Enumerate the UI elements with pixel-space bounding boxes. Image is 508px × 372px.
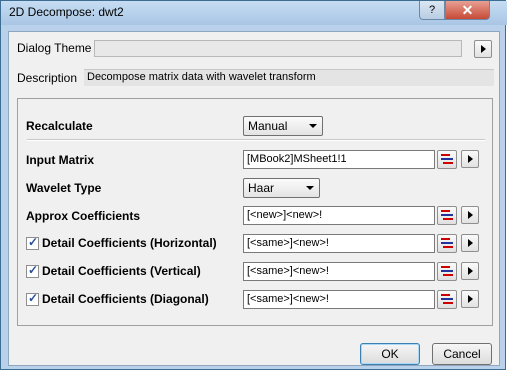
- approx-coefficients-menu-button[interactable]: [461, 206, 479, 224]
- title-bar[interactable]: 2D Decompose: dwt2 ? ✕: [1, 1, 507, 25]
- detail-diagonal-label: Detail Coefficients (Diagonal): [42, 292, 209, 306]
- detail-diagonal-field[interactable]: [<same>]<new>!: [243, 290, 435, 309]
- detail-horizontal-menu-button[interactable]: [461, 234, 479, 252]
- dialog-theme-menu-button[interactable]: [474, 40, 492, 58]
- help-button[interactable]: ?: [419, 1, 445, 20]
- detail-horizontal-label: Detail Coefficients (Horizontal): [42, 236, 217, 250]
- input-matrix-label: Input Matrix: [26, 153, 94, 167]
- range-picker-icon[interactable]: [437, 290, 457, 309]
- separator: [27, 139, 485, 141]
- close-button[interactable]: ✕: [445, 1, 490, 20]
- detail-diagonal-checkbox[interactable]: [26, 291, 39, 306]
- detail-vertical-field[interactable]: [<same>]<new>!: [243, 262, 435, 281]
- dialog-body: Dialog Theme Description Decompose matri…: [8, 31, 500, 366]
- recalculate-label: Recalculate: [26, 119, 93, 133]
- approx-coefficients-field[interactable]: [<new>]<new>!: [243, 206, 435, 225]
- input-matrix-field[interactable]: [MBook2]MSheet1!1: [243, 150, 435, 169]
- ok-button[interactable]: OK: [360, 343, 420, 365]
- wavelet-type-label: Wavelet Type: [26, 181, 102, 195]
- description-text: Decompose matrix data with wavelet trans…: [84, 69, 494, 86]
- approx-coefficients-label: Approx Coefficients: [26, 209, 141, 223]
- input-matrix-menu-button[interactable]: [461, 150, 479, 168]
- detail-vertical-label: Detail Coefficients (Vertical): [42, 264, 201, 278]
- recalculate-dropdown[interactable]: Manual: [243, 116, 323, 136]
- range-picker-icon[interactable]: [437, 206, 457, 225]
- detail-diagonal-menu-button[interactable]: [461, 290, 479, 308]
- range-picker-icon[interactable]: [437, 150, 457, 169]
- wavelet-type-dropdown[interactable]: Haar: [243, 178, 320, 198]
- detail-vertical-checkbox[interactable]: [26, 263, 39, 278]
- detail-horizontal-field[interactable]: [<same>]<new>!: [243, 234, 435, 253]
- detail-vertical-menu-button[interactable]: [461, 262, 479, 280]
- dialog-window: 2D Decompose: dwt2 ? ✕ Dialog Theme Desc…: [0, 0, 507, 370]
- range-picker-icon[interactable]: [437, 262, 457, 281]
- wavelet-type-value: Haar: [248, 181, 275, 195]
- window-title: 2D Decompose: dwt2: [9, 5, 124, 19]
- dialog-theme-label: Dialog Theme: [17, 41, 92, 55]
- detail-horizontal-checkbox[interactable]: [26, 235, 39, 250]
- recalculate-value: Manual: [248, 119, 288, 133]
- range-picker-icon[interactable]: [437, 234, 457, 253]
- parameters-panel: Recalculate Manual Input Matrix [MBook2]…: [17, 98, 493, 326]
- chevron-down-icon: [306, 186, 314, 190]
- dialog-theme-field[interactable]: [94, 40, 462, 57]
- description-label: Description: [17, 71, 78, 85]
- cancel-button[interactable]: Cancel: [432, 343, 492, 365]
- chevron-down-icon: [309, 124, 317, 128]
